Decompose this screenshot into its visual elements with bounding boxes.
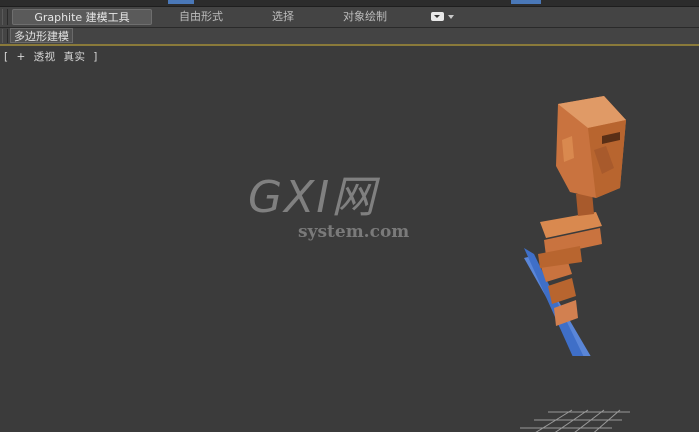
- perspective-viewport[interactable]: [ + 透视 真实 ] GXI网 system.com: [0, 46, 699, 432]
- tab-object-paint[interactable]: 对象绘制: [334, 9, 396, 25]
- tab-graphite-modeling-tools[interactable]: Graphite 建模工具: [12, 9, 152, 25]
- ribbon-tab-bar: Graphite 建模工具 自由形式 选择 对象绘制: [0, 7, 699, 28]
- watermark-logo: GXI网: [248, 172, 378, 223]
- viewport-label-bracket-close: ]: [93, 51, 98, 63]
- character-model[interactable]: [510, 96, 640, 356]
- chevron-down-icon: [448, 15, 454, 19]
- viewport-menu-shading[interactable]: 真实: [63, 51, 85, 63]
- viewport-label[interactable]: [ + 透视 真实 ]: [4, 49, 102, 64]
- ribbon-options-dropdown[interactable]: [431, 11, 455, 23]
- panel-grip[interactable]: [2, 29, 8, 43]
- ribbon-panel-row: 多边形建模: [0, 28, 699, 46]
- panel-polygon-modeling[interactable]: 多边形建模: [10, 28, 73, 43]
- ribbon-grip[interactable]: [2, 9, 8, 25]
- tab-selection[interactable]: 选择: [258, 9, 308, 25]
- app-window: Graphite 建模工具 自由形式 选择 对象绘制 多边形建模 [ + 透视 …: [0, 0, 699, 432]
- viewport-label-bracket-open: [: [4, 51, 9, 63]
- toolbar-highlight: [511, 0, 541, 4]
- toolbar-highlight: [168, 0, 194, 4]
- top-toolbar-strip: [0, 0, 699, 7]
- viewport-menu-view[interactable]: 透视: [34, 51, 56, 63]
- head-ear: [562, 136, 574, 162]
- home-grid: [520, 409, 630, 432]
- ribbon-toggle-icon: [431, 12, 444, 21]
- watermark: GXI网 system.com: [248, 174, 418, 254]
- watermark-domain: system.com: [298, 222, 410, 242]
- viewport-menu-plus[interactable]: +: [16, 51, 25, 63]
- leg-block: [548, 278, 576, 304]
- tab-freeform[interactable]: 自由形式: [168, 9, 234, 25]
